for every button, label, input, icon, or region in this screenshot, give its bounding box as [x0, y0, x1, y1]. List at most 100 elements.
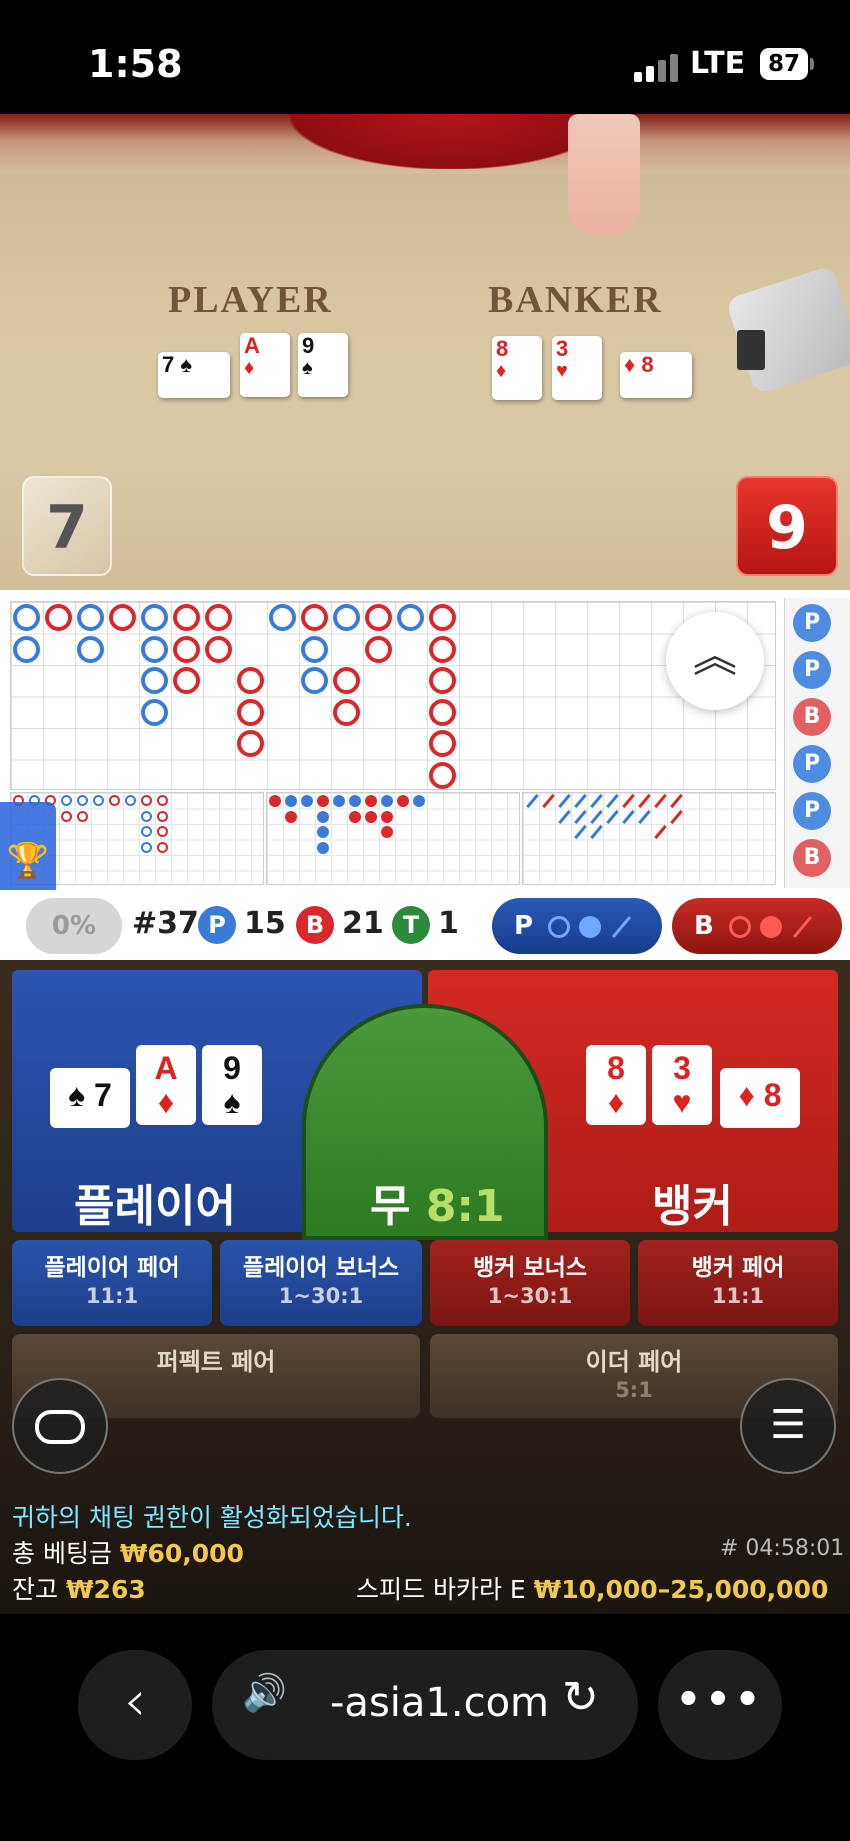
prediction-bead: P	[793, 604, 831, 642]
road-ring	[429, 698, 456, 726]
prediction-bead: P	[793, 792, 831, 830]
player-count: 15	[244, 906, 286, 941]
road-dot	[333, 795, 345, 807]
chat-icon	[35, 1410, 85, 1444]
player-card-3: 9 ♠	[298, 333, 348, 397]
road-ring	[93, 795, 104, 806]
chat-button[interactable]	[12, 1378, 108, 1474]
road-ring	[237, 730, 264, 757]
prediction-bead: P	[793, 651, 831, 689]
road-slash	[574, 793, 587, 809]
road-ring	[141, 795, 152, 806]
expand-roadmap-button[interactable]: ︽	[666, 612, 764, 710]
road-ring	[45, 604, 72, 631]
road-dot	[413, 795, 425, 807]
player-card-1: 7 ♠	[158, 352, 230, 398]
player-bet-card-3: 9 ♠	[202, 1045, 262, 1125]
road-slash	[590, 809, 603, 824]
menu-icon: ☰	[770, 1402, 806, 1448]
player-pair-button[interactable]: 플레이어 페어 11:1	[12, 1240, 212, 1326]
road-ring	[333, 698, 360, 726]
tie-bet-label: 무 8:1	[370, 1181, 505, 1232]
balance: 잔고 ₩263	[12, 1575, 146, 1604]
road-ring	[157, 841, 168, 853]
road-slash	[606, 809, 619, 824]
player-label: PLAYER	[168, 279, 333, 321]
banker-count-chip: B	[296, 906, 334, 944]
menu-button[interactable]: ☰	[740, 1378, 836, 1474]
road-ring	[333, 667, 360, 694]
road-slash	[622, 793, 635, 809]
road-ring	[77, 635, 104, 663]
road-ring	[77, 604, 104, 631]
battery-icon: 87	[760, 48, 808, 80]
road-ring	[237, 698, 264, 726]
road-ring	[301, 604, 328, 631]
dealer	[290, 114, 610, 169]
prediction-column: PPBPPB	[784, 598, 850, 888]
prediction-bead: P	[793, 745, 831, 783]
network-type: LTE	[690, 46, 746, 81]
road-dot	[349, 810, 361, 823]
road-dot	[317, 795, 329, 807]
player-bet-label: 플레이어	[74, 1181, 236, 1232]
banker-bet-card-2: 3 ♥	[652, 1045, 712, 1125]
road-ring	[77, 810, 88, 822]
more-button[interactable]: •••	[658, 1650, 782, 1760]
audio-icon[interactable]: 🔊	[242, 1672, 287, 1714]
player-bet-card-1: ♠ 7	[50, 1068, 130, 1128]
ask-banker-button[interactable]: B	[672, 898, 842, 954]
road-ring	[333, 604, 360, 631]
prediction-bead: B	[793, 698, 831, 736]
road-dot	[317, 841, 329, 854]
road-ring	[157, 826, 168, 837]
banker-card-3: ♦ 8	[620, 352, 692, 398]
road-dot	[365, 810, 377, 823]
road-slash	[654, 824, 667, 840]
road-ring	[141, 604, 168, 631]
tie-count-chip: T	[392, 906, 430, 944]
banker-pair-button[interactable]: 뱅커 페어 11:1	[638, 1240, 838, 1326]
tie-count: 1	[438, 906, 459, 941]
signal-icon	[634, 52, 684, 82]
back-button[interactable]: ‹	[78, 1650, 192, 1760]
road-ring	[397, 604, 424, 631]
road-slash	[590, 824, 603, 840]
road-ring	[429, 730, 456, 757]
road-slash	[670, 793, 683, 809]
player-bonus-button[interactable]: 플레이어 보너스 1~30:1	[220, 1240, 422, 1326]
road-ring	[61, 795, 72, 806]
road-ring	[301, 635, 328, 663]
road-ring	[109, 604, 136, 631]
road-ring	[141, 841, 152, 853]
road-ring	[173, 604, 200, 631]
round-number: #37	[132, 906, 199, 941]
chevron-left-icon: ‹	[123, 1669, 147, 1734]
player-count-chip: P	[198, 906, 236, 944]
road-slash	[558, 793, 571, 809]
win-percentage: 0%	[26, 898, 122, 954]
status-time: 1:58	[88, 42, 183, 86]
ask-player-button[interactable]: P	[492, 898, 662, 954]
banker-card-1: 8 ♦	[492, 336, 542, 400]
banker-bonus-button[interactable]: 뱅커 보너스 1~30:1	[430, 1240, 630, 1326]
road-ring	[125, 795, 136, 806]
road-ring	[237, 667, 264, 694]
road-ring	[429, 604, 456, 631]
banker-label: BANKER	[488, 279, 663, 321]
cockroach-road	[522, 792, 776, 885]
game-id: # 04:58:01	[720, 1536, 845, 1561]
road-ring	[141, 810, 152, 822]
road-dot	[349, 795, 361, 807]
reload-icon[interactable]: ↻	[562, 1672, 599, 1723]
road-ring	[157, 810, 168, 822]
road-ring	[429, 635, 456, 663]
card-shoe-slot	[737, 330, 765, 370]
road-dot	[285, 810, 297, 823]
live-table-video	[0, 114, 850, 590]
road-slash	[542, 793, 555, 809]
road-ring	[205, 635, 232, 663]
road-slash	[638, 809, 651, 824]
road-ring	[365, 604, 392, 631]
player-score: 7	[22, 476, 112, 576]
